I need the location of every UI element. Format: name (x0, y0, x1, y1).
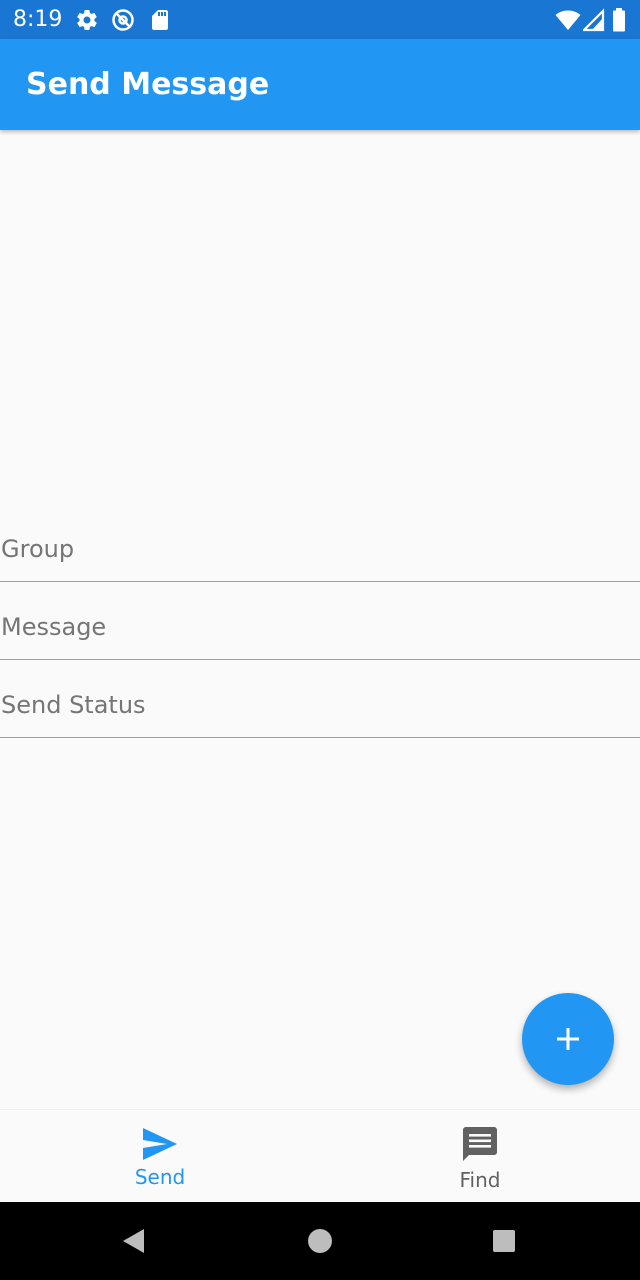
screen: 8:19 Send Message Group Message Send Sta… (0, 0, 640, 1280)
home-icon[interactable] (305, 1226, 335, 1256)
nav-item-send[interactable]: Send (0, 1110, 320, 1203)
message-input[interactable] (0, 582, 640, 658)
nav-label-send: Send (134, 1165, 186, 1189)
send-status-input[interactable] (0, 660, 640, 736)
signal-icon (581, 8, 607, 32)
wifi-icon (555, 8, 581, 32)
page-title: Send Message (26, 67, 270, 102)
message-field[interactable] (0, 582, 640, 660)
bottom-nav: Send Find (0, 1109, 640, 1203)
chat-icon (463, 1127, 497, 1161)
app-bar: Send Message (0, 39, 640, 130)
status-time: 8:19 (13, 7, 63, 32)
at-sign-icon (111, 8, 135, 32)
battery-icon (612, 8, 636, 32)
group-field[interactable] (0, 504, 640, 582)
send-status-field[interactable] (0, 660, 640, 738)
gear-icon (75, 8, 99, 32)
nav-label-find: Find (459, 1168, 501, 1192)
group-input[interactable] (0, 504, 640, 580)
back-icon[interactable] (119, 1226, 149, 1256)
recents-icon[interactable] (489, 1226, 519, 1256)
status-bar: 8:19 (0, 0, 640, 39)
plus-icon (557, 1028, 579, 1050)
nav-item-find[interactable]: Find (320, 1110, 640, 1203)
add-button[interactable] (522, 993, 614, 1085)
send-icon (143, 1128, 177, 1160)
system-nav-bar (0, 1202, 640, 1280)
sd-card-icon (148, 8, 172, 32)
